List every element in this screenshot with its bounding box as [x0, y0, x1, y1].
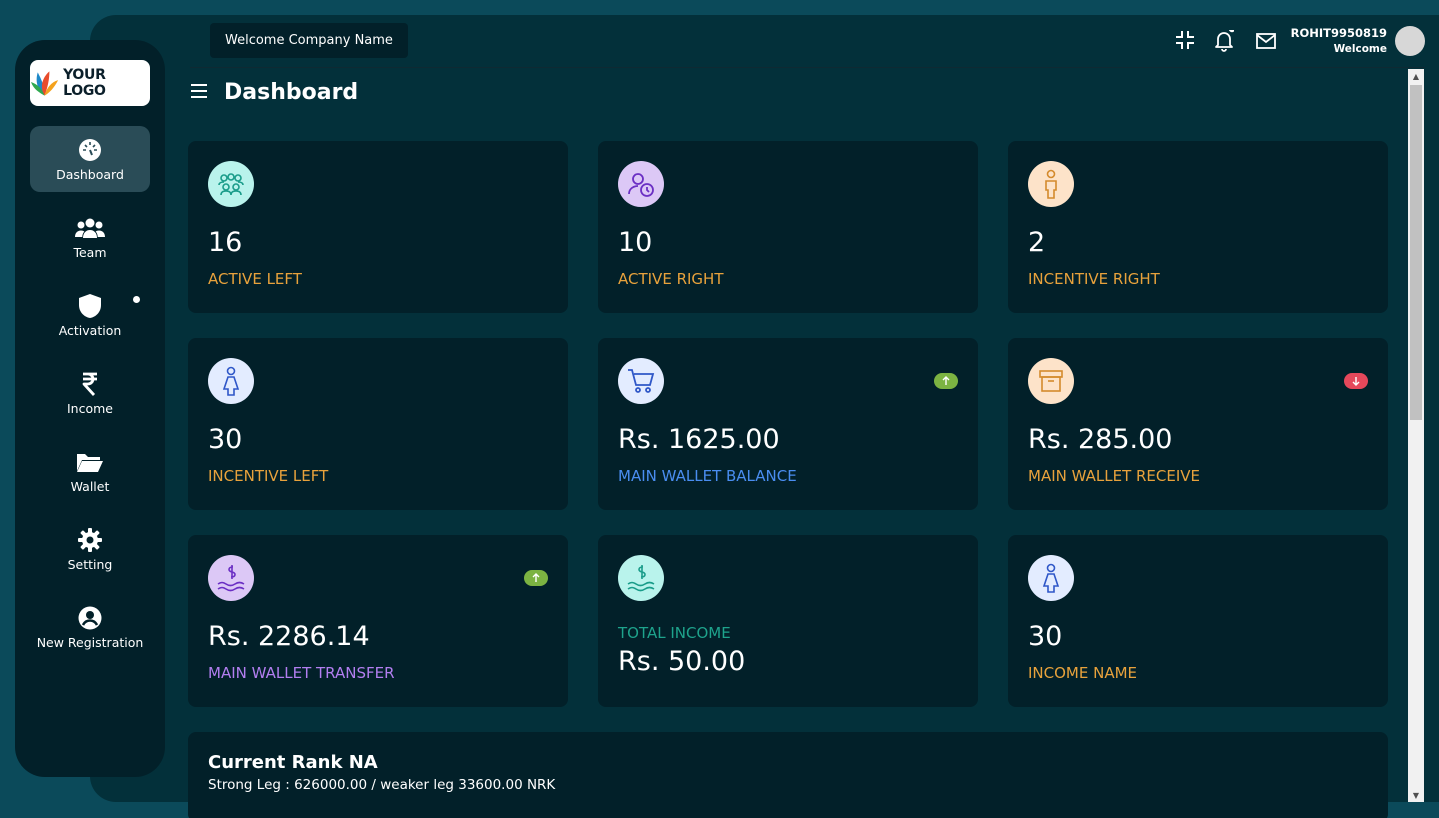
- sidebar-item-label: Setting: [67, 556, 113, 572]
- user-subtitle: Welcome: [1333, 43, 1387, 55]
- logo-mark-icon: [30, 71, 59, 96]
- stat-value: 10: [618, 227, 653, 258]
- rupee-icon: [81, 371, 99, 397]
- sidebar-item-team[interactable]: Team: [30, 204, 150, 270]
- user-clock-icon: [618, 161, 664, 207]
- avatar[interactable]: [1395, 26, 1425, 56]
- woman-icon: [1028, 555, 1074, 601]
- mail-icon[interactable]: [1256, 33, 1276, 53]
- rank-title: Current Rank NA: [208, 752, 378, 773]
- woman-icon: [208, 358, 254, 404]
- scroll-thumb[interactable]: [1410, 85, 1422, 420]
- sidebar-item-dashboard[interactable]: Dashboard: [30, 126, 150, 192]
- stat-label: MAIN WALLET RECEIVE: [1028, 467, 1201, 485]
- hamburger-menu-icon[interactable]: [190, 83, 208, 102]
- stat-card-incentive-left[interactable]: 30 INCENTIVE LEFT: [188, 338, 568, 510]
- rank-subtitle: Strong Leg : 626000.00 / weaker leg 3360…: [208, 777, 556, 793]
- stat-value: Rs. 50.00: [618, 646, 746, 677]
- stat-card-main-wallet-receive[interactable]: Rs. 285.00 MAIN WALLET RECEIVE: [1008, 338, 1388, 510]
- sidebar-item-label: Wallet: [70, 478, 110, 494]
- sidebar-item-label: Team: [73, 244, 107, 260]
- folder-icon: [76, 449, 104, 475]
- stat-value: 2: [1028, 227, 1046, 258]
- logo[interactable]: YOUR LOGO: [30, 60, 150, 106]
- stat-label: ACTIVE LEFT: [208, 270, 302, 288]
- stat-card-active-right[interactable]: 10 ACTIVE RIGHT: [598, 141, 978, 313]
- stat-value: Rs. 1625.00: [618, 424, 780, 455]
- money-hand-icon: [618, 555, 664, 601]
- user-info[interactable]: ROHIT9950819 Welcome: [1291, 26, 1387, 55]
- stat-label: INCOME NAME: [1028, 664, 1138, 682]
- page-title: Dashboard: [224, 80, 359, 105]
- page-header: Dashboard: [190, 80, 358, 105]
- rank-card: Current Rank NA Strong Leg : 626000.00 /…: [188, 732, 1388, 818]
- stat-card-total-income[interactable]: TOTAL INCOME Rs. 50.00: [598, 535, 978, 707]
- stat-card-main-wallet-transfer[interactable]: Rs. 2286.14 MAIN WALLET TRANSFER: [188, 535, 568, 707]
- user-circle-icon: [78, 605, 102, 631]
- bell-icon[interactable]: [1214, 25, 1236, 56]
- topbar-divider: [190, 67, 1425, 68]
- gear-icon: [77, 527, 103, 553]
- sidebar-item-label: Activation: [58, 322, 122, 338]
- stat-value: Rs. 2286.14: [208, 621, 370, 652]
- stat-value: 30: [1028, 621, 1063, 652]
- shield-icon: [78, 293, 102, 319]
- trend-up-badge: [934, 373, 958, 389]
- scroll-down-icon[interactable]: ▼: [1408, 788, 1424, 802]
- stat-value: Rs. 285.00: [1028, 424, 1173, 455]
- logo-text: YOUR LOGO: [63, 67, 106, 99]
- trend-up-badge: [524, 570, 548, 586]
- sidebar-item-label: Income: [67, 400, 113, 416]
- sidebar-item-label: Dashboard: [56, 166, 124, 182]
- username: ROHIT9950819: [1290, 26, 1387, 40]
- notification-dot: [133, 296, 140, 303]
- money-hand-icon: [208, 555, 254, 601]
- scrollbar[interactable]: ▲ ▼: [1408, 69, 1424, 802]
- sidebar-item-new-registration[interactable]: New Registration: [30, 594, 150, 660]
- box-icon: [1028, 358, 1074, 404]
- stat-label: INCENTIVE RIGHT: [1028, 270, 1160, 288]
- sidebar-item-income[interactable]: Income: [30, 360, 150, 426]
- stat-value: 16: [208, 227, 243, 258]
- stat-label: INCENTIVE LEFT: [208, 467, 329, 485]
- stat-card-main-wallet-balance[interactable]: Rs. 1625.00 MAIN WALLET BALANCE: [598, 338, 978, 510]
- stat-value: 30: [208, 424, 243, 455]
- team-icon: [75, 215, 105, 241]
- welcome-chip: Welcome Company Name: [210, 23, 408, 58]
- stat-label: ACTIVE RIGHT: [618, 270, 724, 288]
- sidebar-item-activation[interactable]: Activation: [30, 282, 150, 348]
- stat-card-active-left[interactable]: 16 ACTIVE LEFT: [188, 141, 568, 313]
- stat-card-income-name[interactable]: 30 INCOME NAME: [1008, 535, 1388, 707]
- stat-label: TOTAL INCOME: [618, 624, 731, 642]
- sidebar-item-label: New Registration: [36, 634, 144, 650]
- person-icon: [1028, 161, 1074, 207]
- collapse-fullscreen-icon[interactable]: [1175, 30, 1195, 54]
- stat-label: MAIN WALLET BALANCE: [618, 467, 797, 485]
- dashboard-gauge-icon: [78, 137, 102, 163]
- sidebar: YOUR LOGO Dashboard Team Activation Inco…: [15, 40, 165, 777]
- sidebar-item-setting[interactable]: Setting: [30, 516, 150, 582]
- scroll-up-icon[interactable]: ▲: [1408, 69, 1424, 83]
- cart-icon: [618, 358, 664, 404]
- group-icon: [208, 161, 254, 207]
- trend-down-badge: [1344, 373, 1368, 389]
- stat-label: MAIN WALLET TRANSFER: [208, 664, 395, 682]
- sidebar-item-wallet[interactable]: Wallet: [30, 438, 150, 504]
- stat-card-incentive-right[interactable]: 2 INCENTIVE RIGHT: [1008, 141, 1388, 313]
